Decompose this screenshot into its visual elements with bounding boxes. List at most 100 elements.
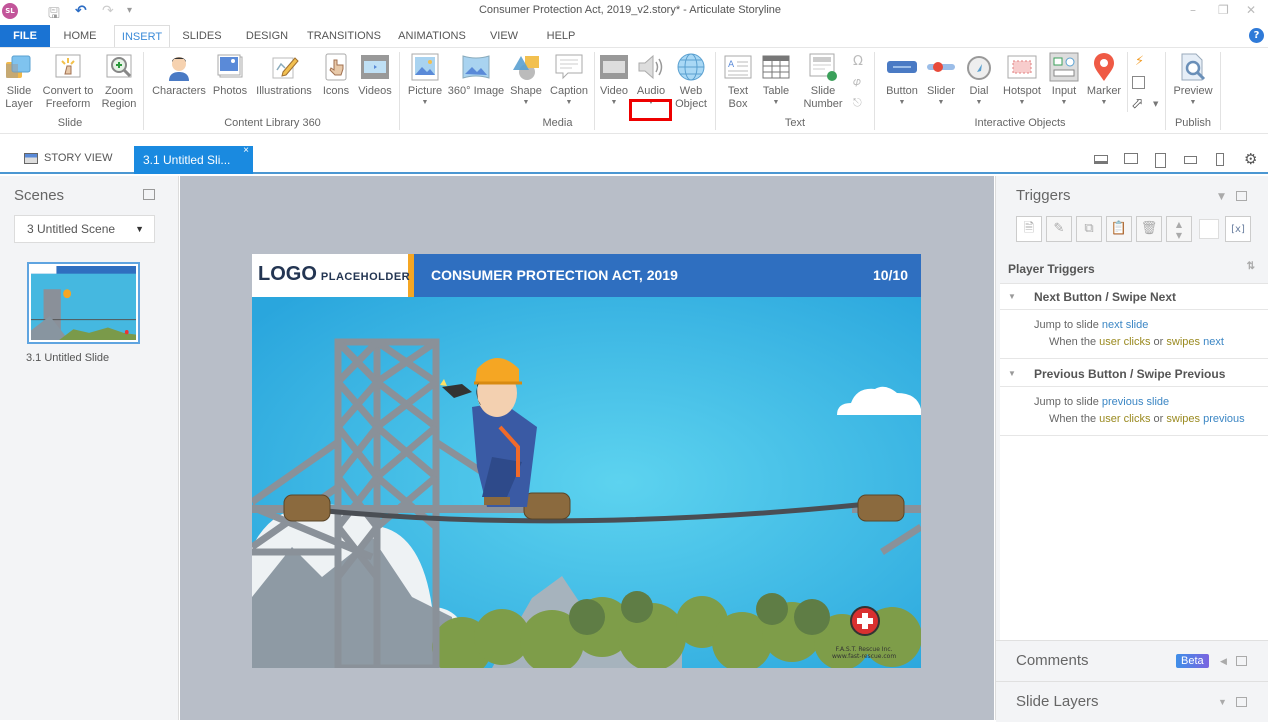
close-icon[interactable]: ✕ — [1246, 3, 1256, 17]
caption-button[interactable]: Caption ▼ — [547, 52, 591, 108]
trigger-condition[interactable]: When the user clicks or swipes next — [1000, 331, 1268, 359]
hotspot-button[interactable]: Hotspot ▼ — [999, 52, 1045, 108]
slide-illustration[interactable] — [252, 297, 921, 668]
tab-help[interactable]: HELP — [540, 25, 582, 47]
mouse-cursor-icon[interactable]: ⬀ — [1131, 94, 1144, 112]
shape-button[interactable]: Shape ▼ — [508, 52, 544, 108]
trigger-header[interactable]: ▼ Previous Button / Swipe Previous — [1000, 361, 1268, 387]
delete-trigger-button[interactable]: 🗑 — [1136, 216, 1162, 242]
input-button[interactable]: Input ▼ — [1046, 52, 1082, 108]
chevron-down-icon[interactable]: ▼ — [758, 98, 794, 108]
chevron-down-icon[interactable]: ▼ — [882, 98, 922, 108]
tab-story-view[interactable]: STORY VIEW — [24, 152, 112, 164]
restore-panel-icon[interactable] — [1236, 656, 1247, 666]
trigger-action[interactable]: Jump to slide next slide — [1000, 310, 1268, 331]
chevron-down-icon[interactable]: ▼ — [1171, 98, 1215, 108]
table-button[interactable]: Table ▼ — [758, 52, 794, 108]
slide-thumbnail[interactable] — [27, 262, 140, 344]
tab-active-slide[interactable]: 3.1 Untitled Sli... × — [134, 145, 253, 174]
illustrations-button[interactable]: Illustrations — [253, 52, 315, 98]
tab-transitions[interactable]: TRANSITIONS — [304, 25, 384, 47]
trigger-action[interactable]: Jump to slide previous slide — [1000, 387, 1268, 408]
restore-panel-icon[interactable] — [143, 189, 155, 200]
desktop-icon[interactable] — [1124, 153, 1138, 168]
slider-button[interactable]: Slider ▼ — [923, 52, 959, 108]
condition-event-link[interactable]: clicks — [1124, 413, 1151, 425]
chevron-down-icon[interactable]: ▼ — [1046, 98, 1082, 108]
blank-button[interactable] — [1199, 219, 1219, 239]
360-image-button[interactable]: 360° Image — [447, 52, 505, 98]
restore-icon[interactable]: ❐ — [1218, 3, 1229, 17]
chevron-down-icon[interactable]: ▼ — [962, 98, 996, 108]
edit-trigger-button[interactable]: ✎ — [1046, 216, 1072, 242]
new-trigger-button[interactable]: 🗎 — [1016, 216, 1042, 242]
slide-layer-button[interactable]: Slide Layer — [3, 52, 35, 111]
tablet-portrait-icon[interactable] — [1155, 153, 1166, 172]
chevron-down-icon[interactable]: ▼ — [1084, 98, 1124, 108]
scrolling-panel-icon[interactable] — [1132, 76, 1145, 89]
web-object-button[interactable]: Web Object — [671, 52, 711, 111]
comments-panel-header[interactable]: Comments Beta ◀ — [996, 640, 1268, 681]
trigger-icon[interactable]: ⚡ — [1135, 54, 1144, 69]
tab-animations[interactable]: ANIMATIONS — [394, 25, 470, 47]
scene-dropdown[interactable]: 3 Untitled Scene ▼ — [14, 215, 155, 243]
chevron-down-icon[interactable]: ▼ — [405, 98, 445, 108]
action-target-link[interactable]: next slide — [1102, 319, 1148, 331]
slide[interactable]: LOGO PLACEHOLDER CONSUMER PROTECTION ACT,… — [252, 254, 921, 668]
condition-event-link[interactable]: swipes — [1166, 413, 1200, 425]
logo-placeholder[interactable]: LOGO PLACEHOLDER — [252, 254, 414, 297]
slide-title[interactable]: CONSUMER PROTECTION ACT, 2019 — [431, 267, 678, 283]
condition-event-link[interactable]: clicks — [1124, 336, 1151, 348]
paste-trigger-button[interactable]: 📋 — [1106, 216, 1132, 242]
tab-home[interactable]: HOME — [56, 25, 104, 47]
condition-event-link[interactable]: swipes — [1166, 336, 1200, 348]
move-trigger-button[interactable]: ▲ ▼ — [1166, 216, 1192, 242]
icons-button[interactable]: Icons — [320, 52, 352, 98]
chevron-down-icon[interactable]: ▼ — [547, 98, 591, 108]
slide-layers-panel-header[interactable]: Slide Layers ▼ — [996, 681, 1268, 722]
restore-panel-icon[interactable] — [1236, 697, 1247, 707]
phone-icon[interactable] — [1216, 153, 1224, 170]
chevron-down-icon[interactable]: ▼ — [923, 98, 959, 108]
tab-insert[interactable]: INSERT — [114, 25, 170, 47]
gear-icon[interactable]: ⚙ — [1244, 150, 1257, 168]
tablet-landscape-icon[interactable] — [1184, 153, 1197, 168]
slide-number-button[interactable]: Slide Number — [798, 52, 848, 111]
trigger-header[interactable]: ▼ Next Button / Swipe Next — [1000, 284, 1268, 310]
copy-trigger-button[interactable]: ⧉ — [1076, 216, 1102, 242]
trigger-condition[interactable]: When the user clicks or swipes previous — [1000, 408, 1268, 436]
dial-button[interactable]: Dial ▼ — [962, 52, 996, 108]
chevron-down-icon[interactable]: ▼ — [508, 98, 544, 108]
omega-icon[interactable]: Ω — [853, 54, 863, 69]
variables-button[interactable]: [x] — [1225, 216, 1251, 242]
tab-design[interactable]: DESIGN — [240, 25, 294, 47]
help-icon[interactable]: ? — [1249, 28, 1264, 43]
collapse-all-icon[interactable]: ⇅ — [1247, 261, 1255, 272]
formula-icon[interactable]: 𝜑 — [853, 75, 861, 89]
chevron-down-icon[interactable]: ▼ — [597, 98, 631, 108]
expand-caret-icon[interactable]: ▼ — [1008, 361, 1016, 387]
convert-freeform-button[interactable]: Convert to Freeform — [39, 52, 97, 111]
condition-target-link[interactable]: previous — [1203, 413, 1245, 425]
slide-page-number[interactable]: 10/10 — [873, 267, 908, 283]
video-button[interactable]: Video ▼ — [597, 52, 631, 108]
minimize-icon[interactable]: – — [1190, 3, 1196, 17]
collapse-icon[interactable]: ▼ — [1218, 697, 1227, 707]
restore-panel-icon[interactable] — [1236, 191, 1247, 201]
condition-target-link[interactable]: next — [1203, 336, 1224, 348]
zoom-region-button[interactable]: Zoom Region — [100, 52, 138, 111]
tab-slides[interactable]: SLIDES — [178, 25, 226, 47]
preview-button[interactable]: Preview ▼ — [1171, 52, 1215, 108]
tab-file[interactable]: FILE — [0, 25, 50, 47]
condition-user-link[interactable]: user — [1099, 336, 1120, 348]
laptop-icon[interactable] — [1094, 153, 1108, 168]
chevron-down-icon[interactable]: ▼ — [999, 98, 1045, 108]
close-icon[interactable]: × — [243, 137, 249, 165]
chevron-down-icon[interactable]: ▼ — [1153, 100, 1158, 108]
picture-button[interactable]: Picture ▼ — [405, 52, 445, 108]
reference-icon[interactable]: ⎋ — [853, 96, 862, 110]
tab-view[interactable]: VIEW — [484, 25, 524, 47]
marker-button[interactable]: Marker ▼ — [1084, 52, 1124, 108]
expand-caret-icon[interactable]: ▼ — [1008, 284, 1016, 310]
button-button[interactable]: Button ▼ — [882, 52, 922, 108]
